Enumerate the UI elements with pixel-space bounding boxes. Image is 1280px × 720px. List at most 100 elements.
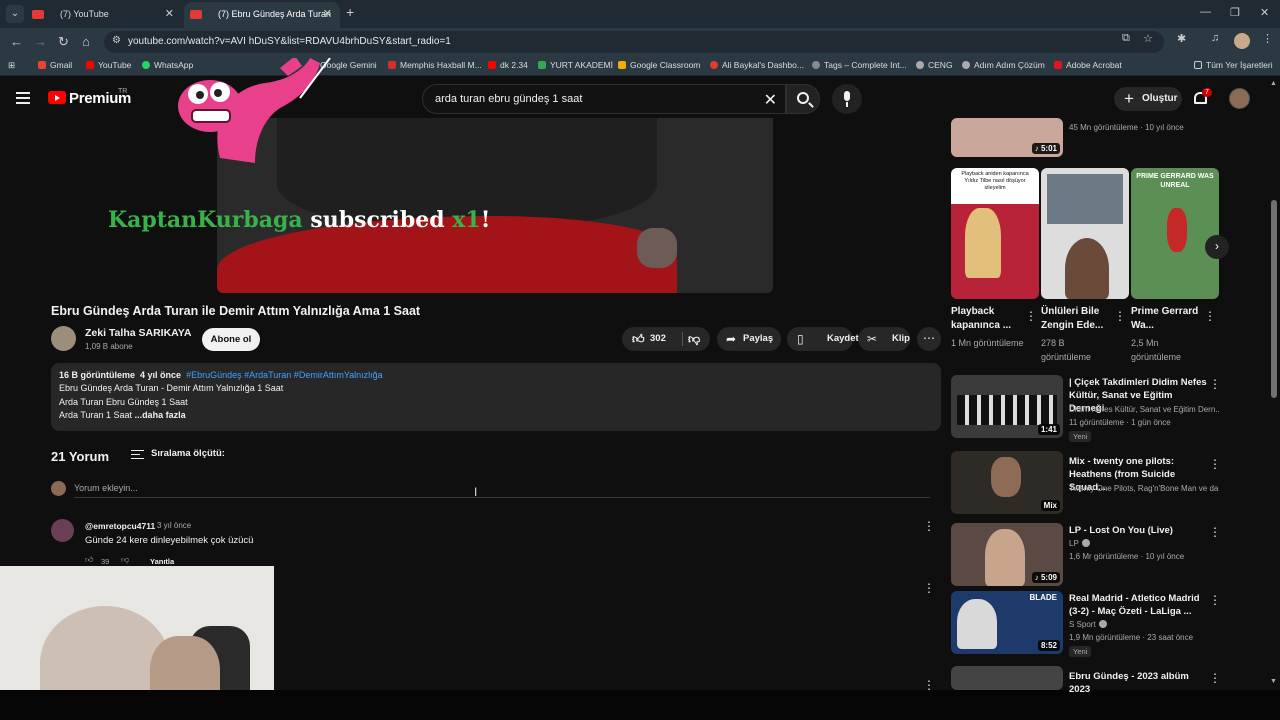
- home-icon[interactable]: ⌂: [82, 34, 90, 49]
- comment-like-icon[interactable]: 👍︎: [85, 555, 93, 565]
- close-tab-icon[interactable]: ✕: [323, 2, 332, 26]
- video-title[interactable]: Ebru Gündeş - 2023 albüm 2023: [1069, 670, 1209, 696]
- short-thumbnail[interactable]: PRIME GERRARD WAS UNREAL: [1131, 168, 1219, 299]
- youtube-logo-icon[interactable]: [48, 91, 66, 104]
- bookmark-classroom[interactable]: Google Classroom: [618, 60, 700, 70]
- video-thumbnail[interactable]: [951, 666, 1063, 690]
- video-thumbnail[interactable]: BLADE 8:52: [951, 591, 1063, 654]
- show-more-link[interactable]: ...daha fazla: [135, 410, 186, 420]
- new-tab-button[interactable]: +: [346, 4, 354, 20]
- new-badge: Yeni: [1069, 431, 1092, 442]
- page-scrollbar[interactable]: [1271, 200, 1277, 398]
- video-thumbnail[interactable]: ♪ 5:09: [951, 523, 1063, 586]
- scroll-up-icon[interactable]: ▲: [1270, 80, 1277, 87]
- tab-youtube-home[interactable]: (7) YouTube ✕: [26, 2, 182, 28]
- dislike-icon[interactable]: 👎︎: [688, 327, 700, 351]
- search-button[interactable]: [786, 84, 820, 114]
- video-thumbnail[interactable]: 1:41: [951, 375, 1063, 438]
- forward-icon[interactable]: →: [34, 34, 47, 49]
- chrome-menu-icon[interactable]: ⋮: [1262, 32, 1273, 45]
- add-comment-input[interactable]: Yorum ekleyin...: [74, 483, 138, 493]
- bookmark-acrobat[interactable]: Adobe Acrobat: [1054, 60, 1122, 70]
- bookmark-tags[interactable]: Tags – Complete Int...: [812, 60, 907, 70]
- short-menu-icon[interactable]: ⋮: [1025, 309, 1037, 323]
- commenter-name[interactable]: @emretopcu4711: [85, 521, 155, 531]
- close-tab-icon[interactable]: ✕: [165, 2, 174, 26]
- all-bookmarks-folder[interactable]: Tüm Yer İşaretleri: [1194, 60, 1273, 70]
- short-thumbnail[interactable]: [1041, 168, 1129, 299]
- install-app-icon[interactable]: ⧉: [1122, 32, 1130, 45]
- comment-menu-icon[interactable]: ⋮: [923, 519, 935, 533]
- comment-dislike-icon[interactable]: 👎︎: [121, 555, 129, 565]
- video-title[interactable]: LP - Lost On You (Live): [1069, 524, 1209, 537]
- bookmark-dk[interactable]: dk 2.34: [488, 60, 528, 70]
- bookmark-dashboard[interactable]: Ali Baykal's Dashbo...: [710, 60, 804, 70]
- like-count[interactable]: 302: [650, 327, 666, 351]
- video-menu-icon[interactable]: ⋮: [1209, 525, 1221, 539]
- comment-time[interactable]: 3 yıl önce: [157, 521, 191, 530]
- shorts-next-icon[interactable]: ›: [1205, 235, 1229, 259]
- bookmark-memphis[interactable]: Memphis Haxball M...: [388, 60, 482, 70]
- close-window-icon[interactable]: ✕: [1260, 6, 1269, 19]
- short-title[interactable]: Playback kapanınca ...: [951, 305, 1027, 333]
- clear-search-icon[interactable]: ✕: [764, 90, 777, 110]
- minimize-icon[interactable]: —: [1200, 6, 1211, 18]
- profile-avatar[interactable]: [1234, 33, 1250, 49]
- bookmark-star-icon[interactable]: ☆: [1143, 32, 1153, 45]
- more-actions-icon[interactable]: ⋯: [917, 327, 941, 351]
- voice-search-button[interactable]: [832, 84, 862, 114]
- account-avatar[interactable]: [1229, 88, 1250, 109]
- comment-menu-icon[interactable]: ⋮: [923, 581, 935, 595]
- video-menu-icon[interactable]: ⋮: [1209, 377, 1221, 391]
- channel-name[interactable]: LP: [1069, 539, 1219, 548]
- channel-name[interactable]: Zeki Talha SARIKAYA: [85, 327, 191, 339]
- reply-button[interactable]: Yanıtla: [150, 557, 174, 566]
- create-button[interactable]: + Oluştur: [1114, 87, 1182, 111]
- bookmark-yurt-akademi[interactable]: YURT AKADEMİ: [538, 60, 613, 70]
- video-menu-icon[interactable]: ⋮: [1209, 593, 1221, 607]
- bookmark-ceng[interactable]: CENG: [916, 60, 953, 70]
- scroll-down-icon[interactable]: ▼: [1270, 678, 1277, 685]
- video-title[interactable]: Real Madrid - Atletico Madrid (3-2) - Ma…: [1069, 592, 1209, 618]
- channel-avatar[interactable]: [51, 326, 76, 351]
- short-title[interactable]: Ünlüleri Bile Zengin Ede...: [1041, 305, 1117, 333]
- sort-comments-button[interactable]: Sıralama ölçütü:: [131, 448, 225, 459]
- channel-name[interactable]: Didim Nefes Kültür, Sanat ve Eğitim Dern…: [1069, 405, 1219, 414]
- video-thumbnail[interactable]: ♪ 5:01: [951, 118, 1063, 157]
- clip-button[interactable]: ✂ Klip: [858, 327, 910, 351]
- apps-icon[interactable]: ⊞: [8, 60, 15, 71]
- video-thumbnail[interactable]: Mix: [951, 451, 1063, 514]
- channel-name[interactable]: S Sport: [1069, 620, 1219, 629]
- short-thumbnail[interactable]: Playback aniden kapanınca Yıldız Tilbe n…: [951, 168, 1039, 299]
- address-bar[interactable]: ⚙ youtube.com/watch?v=AVI hDuSY&list=RDA…: [104, 31, 1164, 53]
- short-menu-icon[interactable]: ⋮: [1204, 309, 1216, 323]
- like-icon[interactable]: 👍︎: [632, 327, 645, 351]
- youtube-favicon-icon: [190, 10, 202, 19]
- alert-count: x1: [452, 207, 481, 233]
- restore-icon[interactable]: ❐: [1230, 6, 1240, 19]
- site-info-icon[interactable]: ⚙: [112, 35, 121, 46]
- media-icon[interactable]: ♫: [1211, 32, 1219, 44]
- hashtags[interactable]: #EbruGündeş #ArdaTuran #DemirAttımYalnız…: [186, 370, 383, 380]
- short-title[interactable]: Prime Gerrard Wa...: [1131, 305, 1207, 333]
- subscribe-button[interactable]: Abone ol: [202, 328, 260, 351]
- extensions-icon[interactable]: ✱: [1177, 32, 1186, 45]
- back-icon[interactable]: ←: [10, 34, 23, 49]
- description-box[interactable]: 16 B görüntüleme 4 yıl önce #EbruGündeş …: [51, 363, 941, 431]
- menu-icon[interactable]: [16, 92, 30, 104]
- whatsapp-icon: [142, 61, 150, 69]
- commenter-avatar[interactable]: [51, 519, 74, 542]
- channel-name[interactable]: Twenty One Pilots, Rag'n'Bone Man ve da.…: [1069, 484, 1219, 493]
- share-button[interactable]: ➦ Paylaş: [717, 327, 781, 351]
- video-menu-icon[interactable]: ⋮: [1209, 671, 1221, 685]
- reload-icon[interactable]: ↻: [58, 34, 69, 50]
- bookmark-youtube[interactable]: YouTube: [86, 60, 131, 70]
- video-menu-icon[interactable]: ⋮: [1209, 457, 1221, 471]
- bookmark-adim-adim[interactable]: Adım Adım Çözüm: [962, 60, 1045, 70]
- bookmark-gmail[interactable]: Gmail: [38, 60, 72, 70]
- search-input[interactable]: arda turan ebru gündeş 1 saat ✕: [422, 84, 786, 114]
- save-button[interactable]: ▯ Kaydet: [787, 327, 859, 351]
- tab-search-button[interactable]: ⌄: [6, 5, 24, 23]
- tab-current-video[interactable]: (7) Ebru Gündeş Arda Turan ile ✕: [184, 2, 340, 43]
- short-menu-icon[interactable]: ⋮: [1114, 309, 1126, 323]
